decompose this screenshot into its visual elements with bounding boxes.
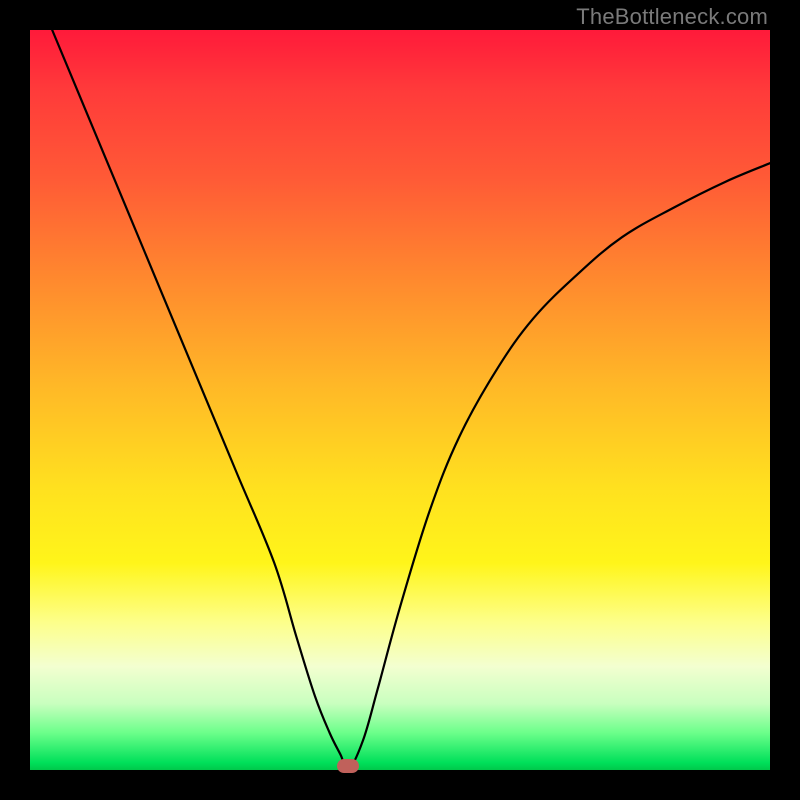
chart-frame: TheBottleneck.com xyxy=(0,0,800,800)
bottleneck-curve xyxy=(30,30,770,770)
plot-area xyxy=(30,30,770,770)
watermark-text: TheBottleneck.com xyxy=(576,4,768,30)
minimum-marker xyxy=(337,759,359,773)
